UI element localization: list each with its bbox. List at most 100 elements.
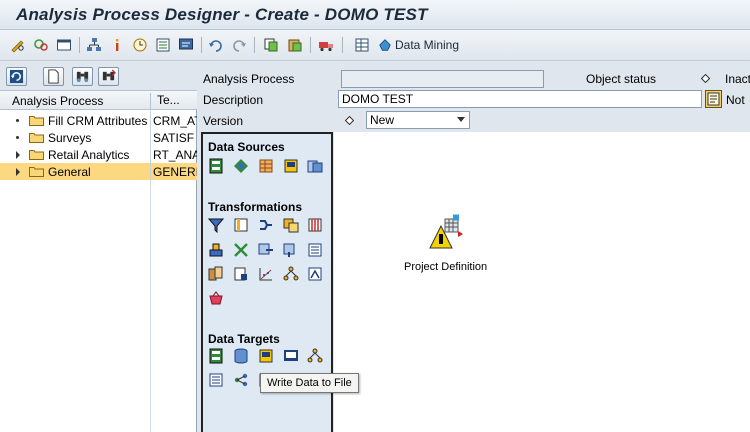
tree-item-label: Fill CRM Attributes <box>48 114 148 128</box>
data-sources-heading: Data Sources <box>208 140 285 154</box>
transformations-heading: Transformations <box>208 200 303 214</box>
data-mining-icon <box>379 39 391 51</box>
tree-row[interactable]: Retail Analytics RT_ANA <box>0 146 197 163</box>
description-input[interactable]: DOMO TEST <box>338 90 702 108</box>
find-next-button[interactable] <box>98 67 119 86</box>
version-select[interactable]: New <box>366 111 470 129</box>
title-bar: Analysis Process Designer - Create - DOM… <box>0 0 750 30</box>
data-mining-label: Data Mining <box>395 38 460 52</box>
formula-icon[interactable] <box>233 242 249 258</box>
query-target-icon[interactable] <box>258 348 274 364</box>
tooltip: Write Data to File <box>260 373 359 393</box>
table-source-icon[interactable] <box>258 158 274 174</box>
scoring-icon[interactable] <box>307 266 323 282</box>
data-sample-icon[interactable] <box>233 266 249 282</box>
transpose-cols-icon[interactable] <box>283 242 299 258</box>
sort-icon[interactable] <box>208 242 224 258</box>
tree-item-label: Retail Analytics <box>48 148 130 162</box>
crm-target-icon[interactable] <box>283 348 299 364</box>
object-status-value: Inact <box>725 72 750 86</box>
text-edit-icon <box>707 92 720 106</box>
database-target-icon[interactable] <box>233 348 249 364</box>
data-mining-button[interactable]: Data Mining <box>378 37 459 53</box>
new-document-button[interactable] <box>43 67 64 86</box>
infoprovider-source-icon[interactable] <box>208 158 224 174</box>
tree-item-label: General <box>48 165 91 179</box>
binoculars-icon <box>76 71 89 83</box>
analysis-process-field[interactable] <box>341 70 544 88</box>
model-target-icon[interactable] <box>233 372 249 388</box>
column-technical-name[interactable]: Te... <box>150 93 180 109</box>
tree-item-tech-name: SATISF <box>150 129 197 146</box>
query-source-icon[interactable] <box>283 158 299 174</box>
tree-row-selected[interactable]: General GENERI <box>0 163 197 180</box>
display-change-icon[interactable] <box>33 37 49 53</box>
tree-item-label: Surveys <box>48 131 92 145</box>
process-canvas[interactable] <box>334 132 750 432</box>
leaf-bullet-icon <box>16 119 19 122</box>
union-icon[interactable] <box>283 217 299 233</box>
status-diamond-icon <box>701 74 710 83</box>
version-label: Version <box>203 114 244 128</box>
abap-routine-icon[interactable] <box>307 242 323 258</box>
file-source-icon[interactable] <box>307 158 323 174</box>
expand-arrow-icon[interactable] <box>16 151 20 159</box>
leaf-bullet-icon <box>16 136 19 139</box>
tree-item-tech-name: RT_ANA <box>150 146 197 163</box>
redo-icon[interactable] <box>231 37 247 53</box>
application-toolbar: Data Mining <box>0 30 750 61</box>
object-status-label: Object status <box>586 72 657 86</box>
version-value: New <box>370 113 395 127</box>
list-icon[interactable] <box>155 37 171 53</box>
join-icon[interactable] <box>258 217 274 233</box>
text-edit-button[interactable] <box>705 90 722 108</box>
data-targets-heading: Data Targets <box>208 332 280 346</box>
pencil-glasses-icon[interactable] <box>10 37 26 53</box>
version-diamond-icon <box>345 116 354 125</box>
transpose-rows-icon[interactable] <box>258 242 274 258</box>
window-icon[interactable] <box>56 37 72 53</box>
not-label: Not <box>726 93 745 107</box>
expand-arrow-icon[interactable] <box>16 168 20 176</box>
column-analysis-process[interactable]: Analysis Process <box>12 94 103 108</box>
binoculars-next-icon <box>102 69 116 81</box>
infoprovider-target-icon[interactable] <box>208 348 224 364</box>
tree-toolbar <box>0 63 197 91</box>
projection-icon[interactable] <box>233 217 249 233</box>
decision-tree-icon[interactable] <box>283 266 299 282</box>
refresh-button[interactable] <box>6 67 27 86</box>
hierarchy-target-icon[interactable] <box>307 348 323 364</box>
table-icon[interactable] <box>354 37 370 53</box>
process-header-form: Analysis Process Object status Inact Des… <box>198 63 750 129</box>
project-definition-label: Project Definition <box>404 261 488 273</box>
process-tree-pane: Analysis Process Te... Fill CRM Attribut… <box>0 63 197 432</box>
description-label: Description <box>203 93 264 107</box>
tree-column-header: Analysis Process Te... <box>0 91 197 110</box>
tree-item-tech-name: CRM_AT <box>150 112 197 129</box>
paste-icon[interactable] <box>287 37 303 53</box>
tree-row[interactable]: Surveys SATISF <box>0 129 197 146</box>
info-icon[interactable] <box>109 37 125 53</box>
list-display-icon[interactable] <box>208 266 224 282</box>
regression-icon[interactable] <box>258 266 274 282</box>
folder-icon <box>29 150 44 160</box>
monitor-icon[interactable] <box>178 37 194 53</box>
document-icon <box>48 69 59 84</box>
aggregate-icon[interactable] <box>307 217 323 233</box>
attribute-target-icon[interactable] <box>208 372 224 388</box>
project-definition-icon <box>429 214 463 249</box>
clock-icon[interactable] <box>132 37 148 53</box>
hierarchy-icon[interactable] <box>86 37 102 53</box>
analysis-process-label: Analysis Process <box>203 72 295 86</box>
project-definition-node[interactable] <box>427 214 463 250</box>
folder-icon <box>29 116 44 126</box>
undo-icon[interactable] <box>208 37 224 53</box>
copy-icon[interactable] <box>263 37 279 53</box>
infoobject-source-icon[interactable] <box>233 158 249 174</box>
tree-item-tech-name: GENERI <box>150 163 197 180</box>
find-button[interactable] <box>72 67 93 86</box>
tree-row[interactable]: Fill CRM Attributes CRM_AT <box>0 112 197 129</box>
truck-icon[interactable] <box>318 37 334 53</box>
filter-icon[interactable] <box>208 217 224 233</box>
basket-analysis-icon[interactable] <box>208 290 224 306</box>
